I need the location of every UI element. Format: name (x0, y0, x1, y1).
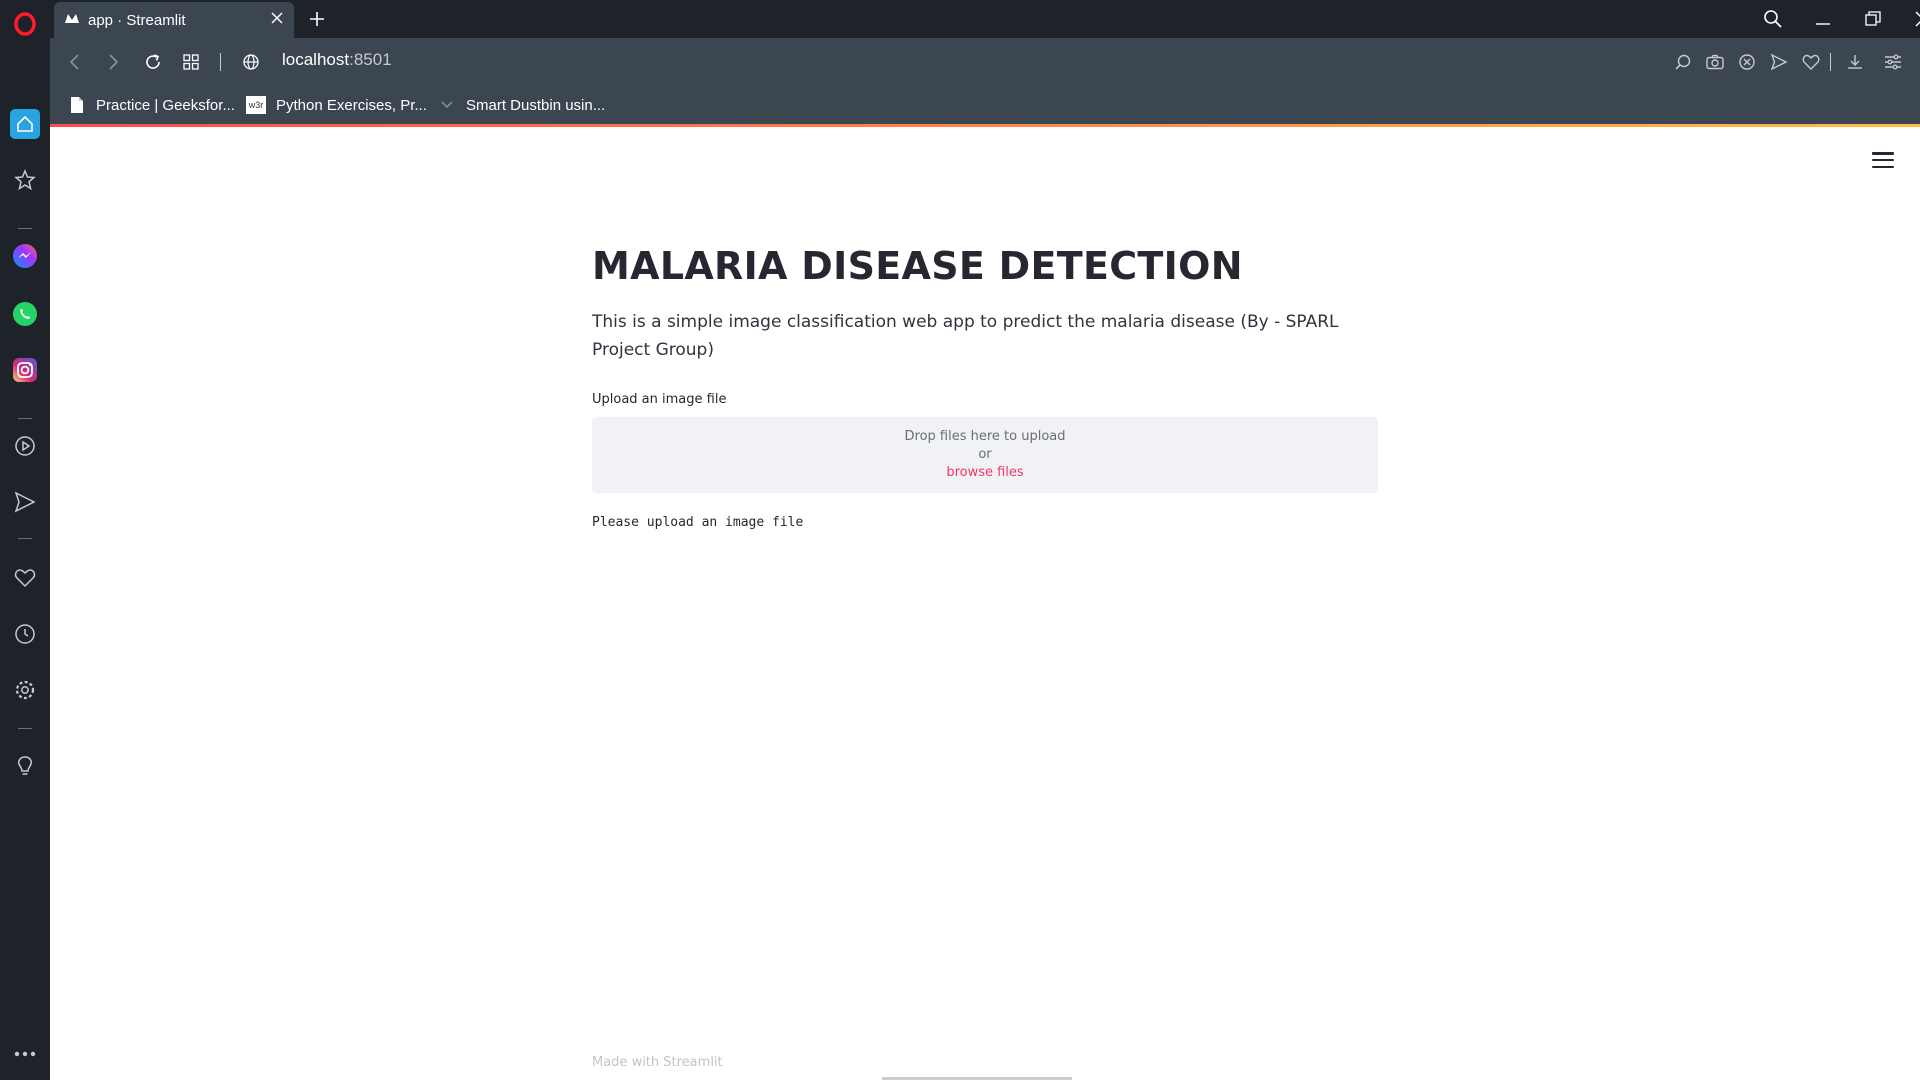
main-menu-hamburger-icon[interactable] (1872, 150, 1894, 170)
main-content: MALARIA DISEASE DETECTION This is a simp… (592, 244, 1378, 530)
streamlit-decoration-bar (50, 124, 1920, 127)
tab-title: app · Streamlit (88, 11, 186, 29)
settings-gear-icon[interactable] (0, 670, 50, 710)
streamlit-favicon-icon (64, 11, 80, 29)
address-bar: localhost:8501 (50, 38, 1920, 86)
reload-icon[interactable] (138, 48, 168, 76)
restore-window-icon[interactable] (1848, 0, 1898, 38)
close-window-icon[interactable] (1898, 0, 1920, 38)
upload-status-message: Please upload an image file (592, 514, 804, 530)
browse-files-link[interactable]: browse files (946, 464, 1023, 482)
dropzone-or: or (978, 446, 992, 462)
app-description: This is a simple image classification we… (592, 311, 1339, 360)
file-dropzone[interactable]: Drop files here to upload or browse file… (592, 416, 1378, 493)
bookmarks-star-icon[interactable] (0, 160, 50, 200)
forward-arrow-icon[interactable] (98, 48, 128, 76)
more-options-icon[interactable] (0, 1034, 50, 1074)
sidebar-divider (18, 538, 32, 539)
browser-window: app · Streamlit localhost:8501 Practice … (0, 0, 1920, 1080)
page-icon (68, 96, 86, 114)
tips-lightbulb-icon[interactable] (0, 746, 50, 786)
made-with-streamlit-footer[interactable]: Made with Streamlit (592, 1055, 723, 1070)
streamlit-page: MALARIA DISEASE DETECTION This is a simp… (50, 124, 1920, 1080)
opera-sidebar (0, 0, 50, 1080)
adblock-icon[interactable] (1732, 48, 1762, 76)
addressbar-divider (220, 53, 221, 71)
bookmark-label: Smart Dustbin usin... (466, 96, 606, 114)
page-title: MALARIA DISEASE DETECTION (592, 244, 1243, 288)
site-globe-icon[interactable] (236, 48, 266, 76)
bookmarks-bar: Practice | Geeksfor... w3r Python Exerci… (50, 86, 1920, 124)
tab-app-streamlit[interactable]: app · Streamlit (54, 2, 294, 38)
downloads-icon[interactable] (1840, 48, 1870, 76)
add-favorite-heart-icon[interactable] (1796, 48, 1826, 76)
messenger-icon[interactable] (0, 236, 50, 276)
tab-strip: app · Streamlit (50, 0, 1920, 38)
bookmark-label: Practice | Geeksfor... (96, 96, 235, 114)
bookmark-item[interactable]: w3r Python Exercises, Pr... (246, 93, 427, 117)
easy-setup-sliders-icon[interactable] (1878, 48, 1908, 76)
bookmark-item[interactable]: Smart Dustbin usin... (438, 93, 605, 117)
bookmark-label: Python Exercises, Pr... (276, 96, 427, 114)
tiles-grid-icon[interactable] (176, 48, 206, 76)
file-uploader-label: Upload an image file (592, 391, 727, 407)
instagram-icon[interactable] (0, 350, 50, 390)
snapshot-camera-icon[interactable] (1700, 48, 1730, 76)
favorites-heart-icon[interactable] (0, 558, 50, 598)
url-host: localhost (282, 50, 350, 69)
player-icon[interactable] (0, 426, 50, 466)
flow-send-icon[interactable] (0, 482, 50, 522)
opera-logo-icon[interactable] (0, 4, 50, 44)
back-arrow-icon[interactable] (60, 48, 90, 76)
dropzone-instructions: Drop files here to upload (904, 428, 1066, 444)
bookmark-favicon (438, 96, 456, 114)
search-tabs-icon[interactable] (1748, 0, 1798, 38)
speed-dial-home-icon[interactable] (0, 104, 50, 144)
search-page-icon[interactable] (1668, 48, 1698, 76)
minimize-window-icon[interactable] (1798, 0, 1848, 38)
bookmark-item[interactable]: Practice | Geeksfor... (68, 93, 235, 117)
close-tab-icon[interactable] (270, 11, 284, 29)
whatsapp-icon[interactable] (0, 294, 50, 334)
w3schools-icon: w3r (246, 96, 266, 114)
new-tab-plus-icon[interactable] (304, 6, 330, 32)
url-port: :8501 (349, 50, 392, 69)
sidebar-divider (18, 418, 32, 419)
sidebar-divider (18, 228, 32, 229)
addressbar-divider (1830, 53, 1831, 71)
send-to-flow-icon[interactable] (1764, 48, 1794, 76)
history-clock-icon[interactable] (0, 614, 50, 654)
url-field[interactable]: localhost:8501 (282, 50, 392, 70)
sidebar-divider (18, 728, 32, 729)
